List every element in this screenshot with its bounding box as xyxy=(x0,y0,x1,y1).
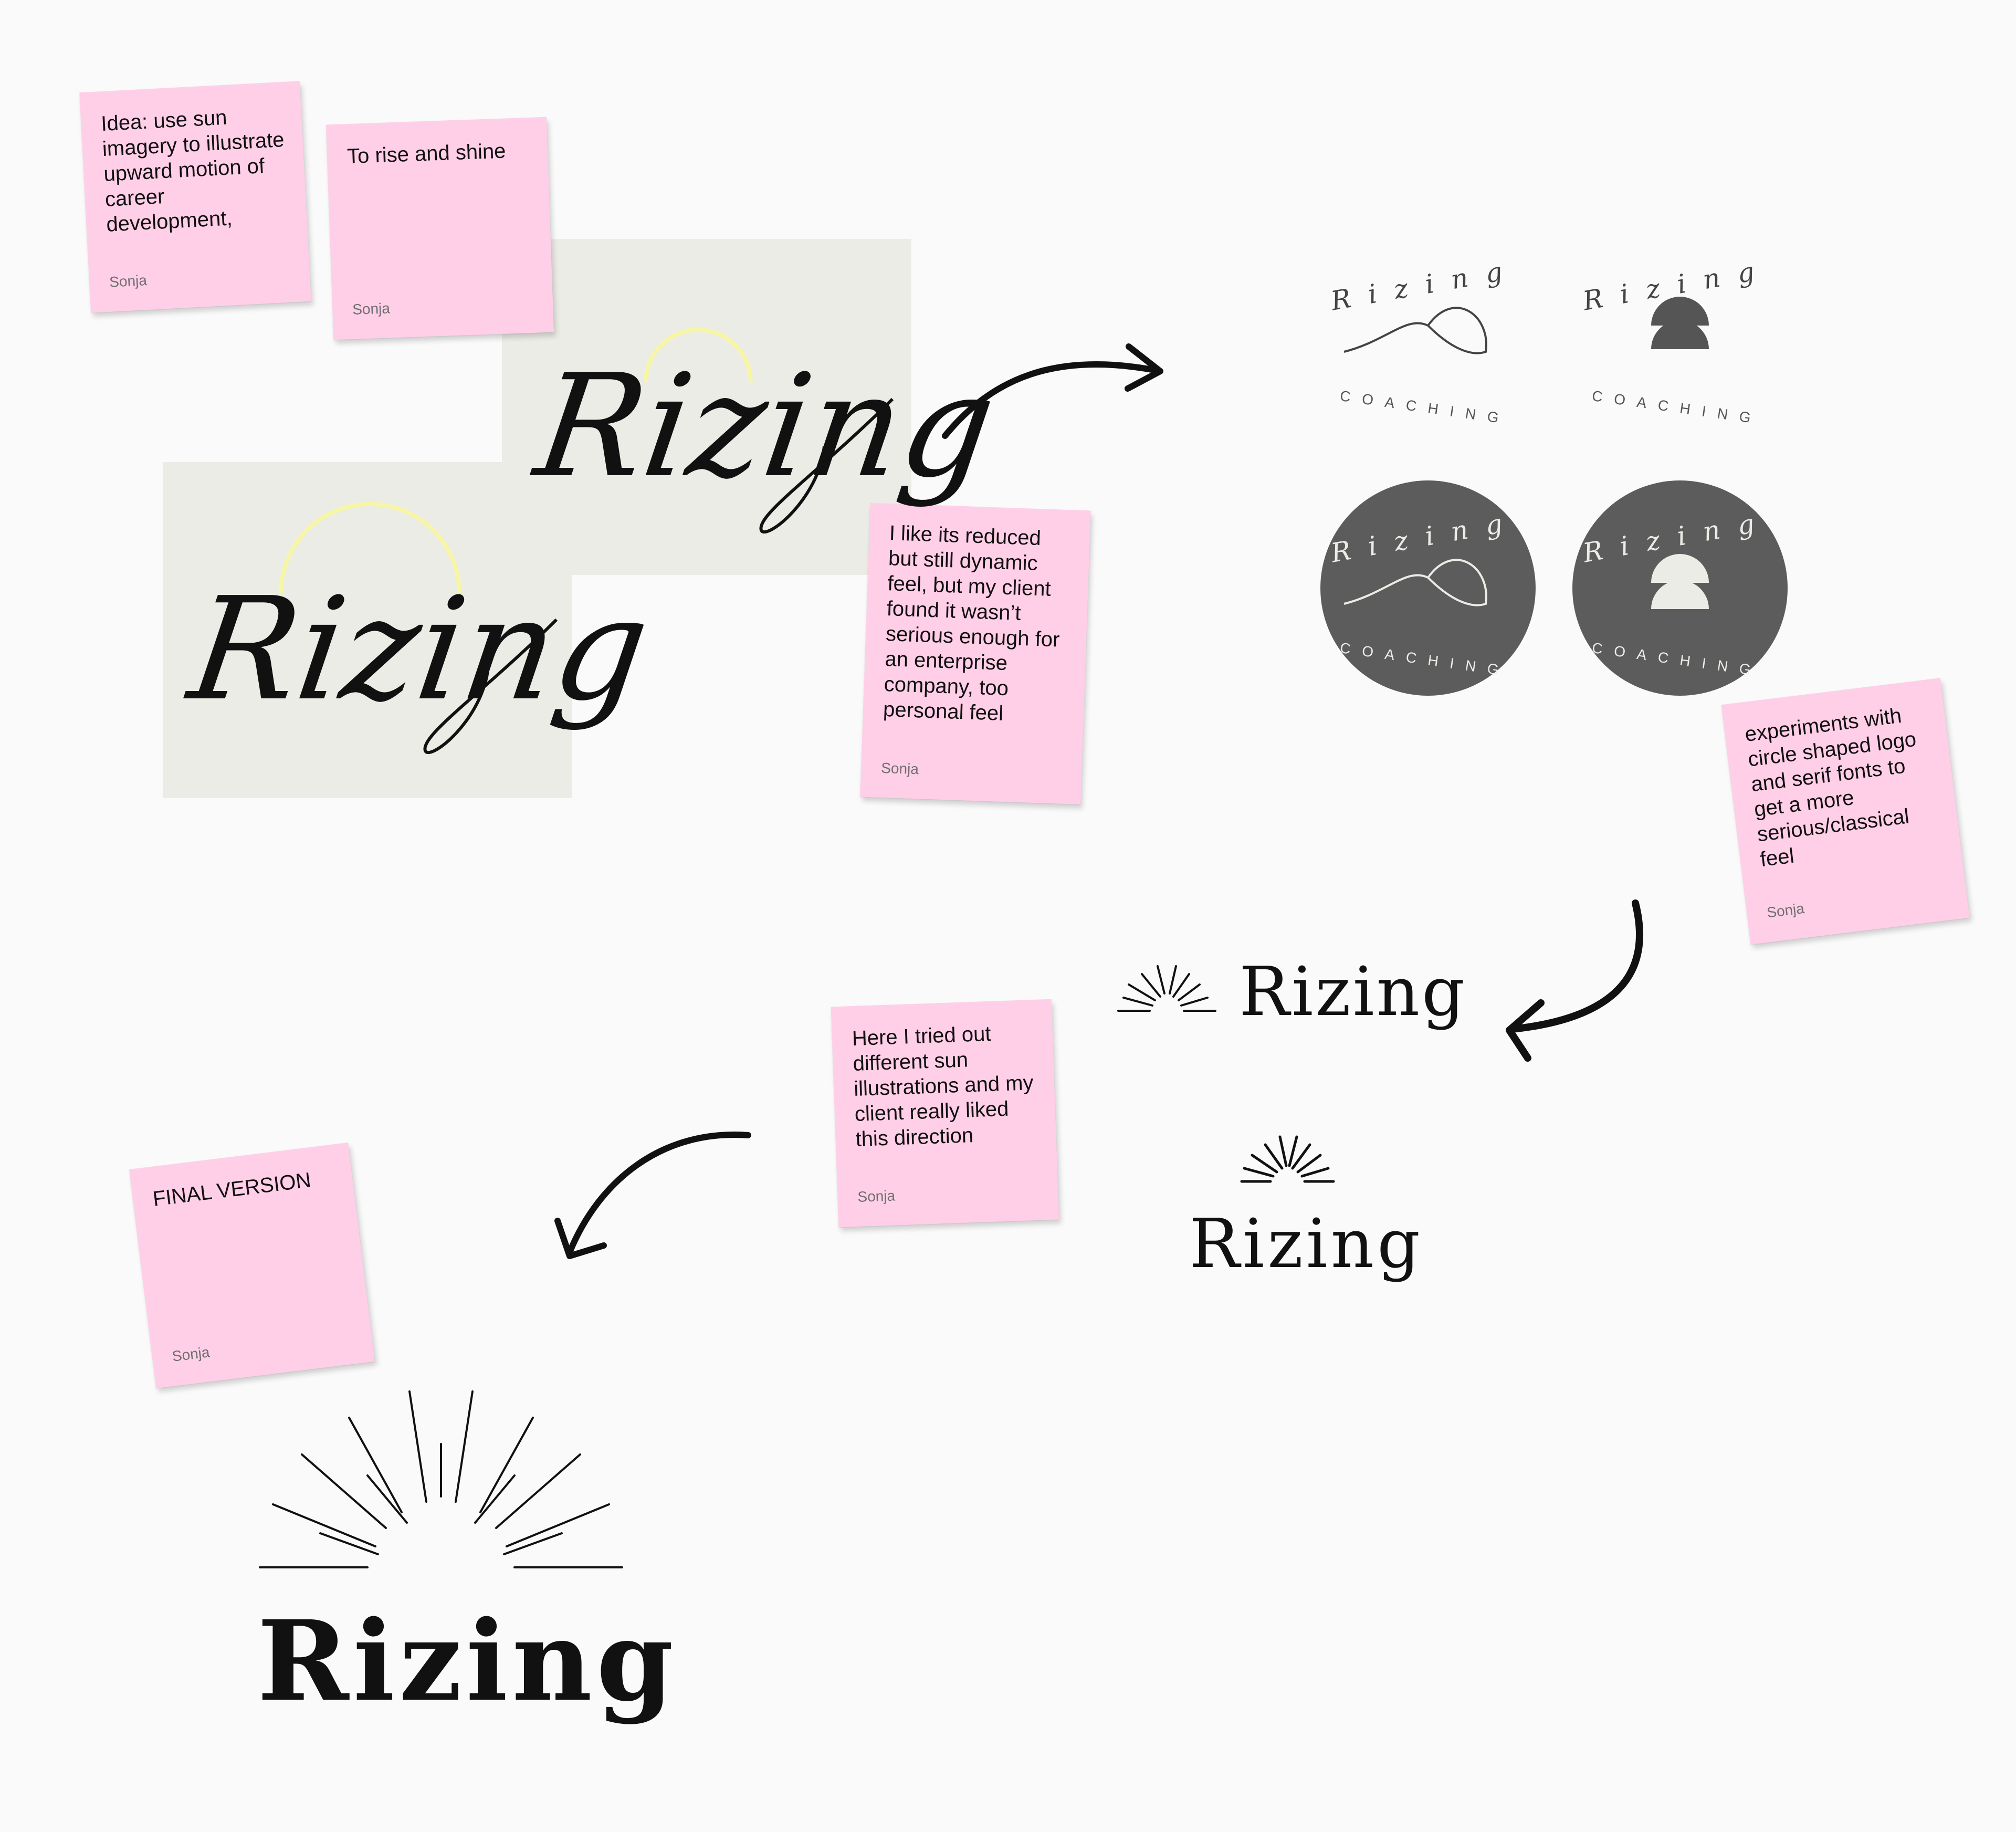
serif-wordmark-stacked: Rizing xyxy=(1189,1205,1424,1283)
sun-rays-icon xyxy=(259,1390,623,1568)
circle-logo-half-outline: Rizing COACHING xyxy=(1580,253,1774,427)
circle-subtitle-text: COACHING xyxy=(1591,388,1763,427)
circle-subtitle-text: COACHING xyxy=(1339,388,1511,427)
moodboard-canvas: Idea: use sun imagery to illustrate upwa… xyxy=(0,0,2016,1832)
curved-arrow-icon xyxy=(1506,899,1643,1062)
circle-badge-wave: Rizing COACHING xyxy=(1320,480,1536,696)
sun-rays-icon xyxy=(1240,1135,1335,1183)
circle-title-text: Rizing xyxy=(1328,253,1522,317)
curved-arrow-icon xyxy=(554,1132,751,1259)
final-wordmark: Rizing xyxy=(257,1596,678,1726)
serif-wordmark-horizontal: Rizing xyxy=(1239,953,1467,1031)
circle-badge-half: Rizing COACHING xyxy=(1572,480,1788,696)
script-wordmark-text: Rizing xyxy=(525,343,1004,508)
script-wordmark-text: Rizing xyxy=(178,567,658,731)
sun-rays-icon xyxy=(1117,965,1216,1012)
script-logo-back: Rizing xyxy=(525,343,1004,533)
wave-sun-icon xyxy=(1343,307,1487,354)
circle-logo-wave-outline: Rizing COACHING xyxy=(1328,253,1522,427)
script-logo-front: Rizing xyxy=(178,567,658,754)
